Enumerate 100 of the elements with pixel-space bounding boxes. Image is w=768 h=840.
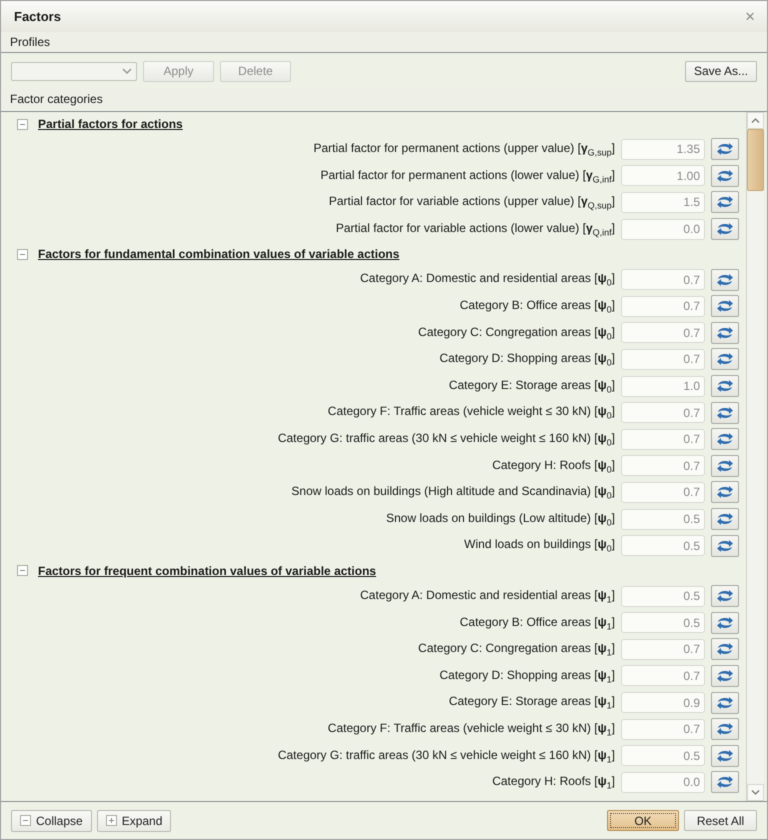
swap-arrows-icon — [716, 696, 734, 710]
factor-label: Partial factor for variable actions (upper value) [γ$_{Q,sup}$] — [328, 194, 615, 211]
reset-value-button[interactable] — [711, 428, 739, 450]
chevron-up-icon — [751, 118, 760, 123]
factor-input[interactable]: 0.7 — [621, 428, 705, 450]
minus-box-icon — [20, 815, 31, 826]
factor-label: Snow loads on buildings (Low altitude) [ψ$_{0}$] — [386, 510, 615, 528]
group-title: Factors for frequent combination values of variable actions — [38, 564, 376, 578]
factor-input[interactable]: 0.5 — [621, 586, 705, 607]
factor-label: Partial factor for variable actions (lower value) [γ$_{Q,inf}$] — [336, 220, 615, 238]
factor-input[interactable]: 0.7 — [621, 322, 705, 344]
factor-label: Category D: Shopping areas [ψ$_{1}$] — [440, 668, 615, 684]
factor-label: Category C: Congregation areas [ψ$_{0}$] — [418, 324, 615, 342]
reset-value-button[interactable] — [711, 534, 739, 557]
reset-value-button[interactable] — [711, 402, 739, 424]
group-title: Partial factors for actions — [38, 117, 183, 131]
factor-label: Category F: Traffic areas (vehicle weight ≤ 30 kN) [ψ$_{1}$] — [328, 720, 615, 738]
group-title: Factors for fundamental combination values of variable actions — [38, 247, 400, 262]
reset-value-button[interactable] — [711, 664, 739, 687]
factor-label: Category E: Storage areas [ψ$_{1}$] — [448, 694, 615, 711]
factor-label: Category G: traffic areas (30 kN ≤ vehicle weight ≤ 160 kN) [ψ$_{1}$] — [278, 748, 615, 764]
reset-value-button[interactable] — [711, 164, 739, 187]
section-heading: Factor categories — [10, 92, 103, 106]
minus-box-icon — [17, 565, 28, 576]
factor-label: Partial factor for permanent actions (upper value) [γ$_{G,sup}$] — [313, 141, 615, 158]
swap-arrows-icon — [716, 272, 734, 287]
swap-arrows-icon — [716, 512, 734, 526]
factor-input[interactable]: 0.7 — [621, 455, 705, 476]
reset-value-button[interactable] — [711, 744, 739, 767]
factor-input[interactable]: 0.7 — [621, 482, 705, 503]
factor-input[interactable]: 0.5 — [621, 745, 705, 766]
reset-value-button[interactable] — [711, 692, 739, 714]
factor-input[interactable]: 0.5 — [621, 612, 705, 634]
expand-button[interactable]: Expand — [96, 810, 172, 832]
swap-arrows-icon — [716, 642, 734, 656]
factor-label: Category H: Roofs [ψ$_{0}$] — [492, 458, 615, 474]
save-as-button[interactable]: Save As... — [684, 60, 757, 82]
swap-arrows-icon — [716, 168, 734, 183]
factor-label: Partial factor for permanent actions (lower value) [γ$_{G,inf}$] — [320, 168, 615, 184]
swap-arrows-icon — [716, 326, 734, 340]
reset-value-button[interactable] — [711, 481, 739, 504]
factor-label: Category E: Storage areas [ψ$_{0}$] — [448, 378, 615, 394]
swap-arrows-icon — [716, 406, 734, 420]
factor-input[interactable]: 0.9 — [621, 692, 705, 714]
factor-input[interactable]: 0.7 — [621, 402, 705, 424]
factor-label: Category D: Shopping areas [ψ$_{0}$] — [440, 351, 615, 368]
reset-value-button[interactable] — [711, 454, 739, 477]
reset-value-button[interactable] — [711, 585, 739, 608]
chevron-down-icon — [751, 790, 760, 795]
swap-arrows-icon — [716, 668, 734, 683]
factor-input[interactable]: 1.35 — [621, 138, 705, 160]
factor-input[interactable]: 0.7 — [621, 665, 705, 686]
reset-value-button[interactable] — [711, 295, 739, 318]
factor-input[interactable]: 1.5 — [621, 192, 705, 213]
factor-label: Category G: traffic areas (30 kN ≤ vehicle weight ≤ 160 kN) [ψ$_{0}$] — [278, 431, 615, 448]
swap-arrows-icon — [716, 142, 734, 156]
reset-all-button[interactable]: Reset All — [684, 810, 757, 831]
ok-button[interactable]: OK — [607, 810, 679, 831]
swap-arrows-icon — [716, 589, 734, 604]
swap-arrows-icon — [716, 775, 734, 790]
reset-value-button[interactable] — [711, 612, 739, 634]
factor-label: Snow loads on buildings (High altitude and Scandinavia) [ψ$_{0}$] — [291, 484, 615, 501]
reset-value-button[interactable] — [711, 138, 739, 160]
reset-value-button[interactable] — [711, 638, 739, 660]
factor-input[interactable]: 0.5 — [621, 508, 705, 530]
minus-box-icon — [17, 248, 28, 260]
reset-value-button[interactable] — [711, 771, 739, 794]
swap-arrows-icon — [716, 458, 734, 473]
factor-input[interactable]: 0.5 — [621, 535, 705, 556]
chevron-down-icon — [122, 68, 132, 74]
reset-value-button[interactable] — [711, 508, 739, 530]
scrollbar-thumb[interactable] — [747, 129, 764, 191]
factor-input[interactable]: 0.0 — [621, 218, 705, 240]
reset-value-button[interactable] — [711, 322, 739, 344]
factor-input[interactable]: 1.00 — [621, 165, 705, 186]
close-button[interactable]: × — [743, 6, 757, 26]
swap-arrows-icon — [716, 222, 734, 236]
reset-value-button[interactable] — [711, 218, 739, 240]
factor-label: Category H: Roofs [ψ$_{1}$] — [492, 774, 615, 791]
swap-arrows-icon — [716, 722, 734, 736]
reset-value-button[interactable] — [711, 268, 739, 291]
section-heading: Profiles — [10, 35, 50, 49]
factor-input[interactable]: 0.7 — [621, 348, 705, 370]
factor-label: Category F: Traffic areas (vehicle weight ≤ 30 kN) [ψ$_{0}$] — [328, 404, 615, 421]
factor-input[interactable]: 0.7 — [621, 269, 705, 290]
factor-label: Wind loads on buildings [ψ$_{0}$] — [464, 537, 615, 554]
factor-input[interactable]: 0.7 — [621, 718, 705, 740]
factor-input[interactable]: 0.0 — [621, 772, 705, 793]
factor-input[interactable]: 1.0 — [621, 376, 705, 397]
factor-input[interactable]: 0.7 — [621, 638, 705, 660]
reset-value-button[interactable] — [711, 191, 739, 214]
reset-value-button[interactable] — [711, 348, 739, 370]
scrollbar[interactable] — [746, 112, 764, 801]
window-title: Factors — [14, 9, 61, 24]
factor-input[interactable]: 0.7 — [621, 296, 705, 317]
reset-value-button[interactable] — [711, 375, 739, 398]
swap-arrows-icon — [716, 299, 734, 314]
reset-value-button[interactable] — [711, 718, 739, 740]
collapse-button[interactable]: Collapse — [11, 810, 92, 832]
swap-arrows-icon — [716, 748, 734, 763]
